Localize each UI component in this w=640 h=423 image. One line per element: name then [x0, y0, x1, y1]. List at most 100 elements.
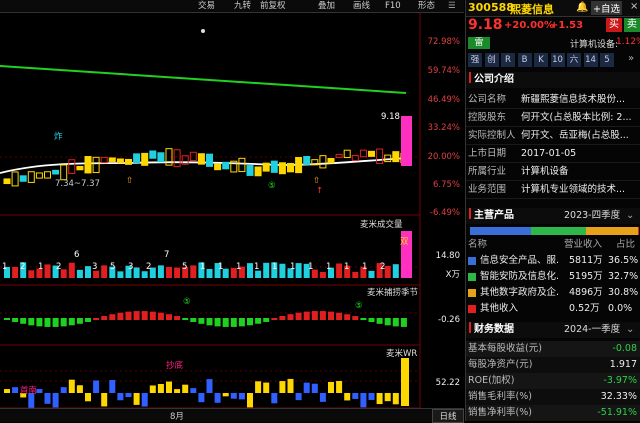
feature-tab[interactable]: K [534, 53, 548, 67]
price: 9.18 [468, 17, 503, 33]
legend-swatch [468, 289, 476, 297]
products-period[interactable]: 2023-四季度 [564, 208, 620, 224]
add-watchlist-button[interactable]: +自选 [591, 1, 622, 15]
volume-bar [247, 263, 253, 278]
wave-bar [60, 318, 67, 327]
chevron-down-icon[interactable]: ⌄ [626, 322, 634, 338]
tb-overlay[interactable]: 叠加 [318, 0, 335, 12]
products-header[interactable]: 主营产品 2023-四季度 ⌄ [466, 208, 640, 224]
finance-header[interactable]: 财务数据 2024-一季度 ⌄ [466, 322, 640, 338]
wr-bar [255, 381, 262, 393]
wr-bar [190, 388, 197, 393]
wr-bar [157, 384, 164, 393]
finance-row: 销售毛利率(%) 32.33% [466, 389, 640, 405]
candle [295, 157, 303, 174]
wave-bar [28, 318, 35, 326]
trend-line [0, 65, 407, 94]
wr-bar [230, 393, 237, 399]
wr-bar [328, 381, 334, 393]
candle [254, 166, 262, 177]
feature-tab[interactable]: 六 [567, 53, 581, 67]
feature-tab[interactable]: B [517, 53, 532, 67]
finance-value: -51.91% [597, 407, 637, 418]
wr-bar [133, 393, 140, 405]
feature-tab[interactable]: 强 [468, 53, 482, 67]
info-panel: 300588 熙菱信息 🔔 +自选 × 9.18 +20.00% +1.53 买… [465, 0, 640, 421]
wave-bar [36, 318, 43, 327]
wave-bar [311, 311, 318, 320]
vol-number: 2 [146, 262, 152, 272]
axis-label: -6.49% [429, 208, 460, 218]
bell-icon[interactable]: 🔔 [576, 2, 588, 13]
chevron-down-icon[interactable]: ⌄ [626, 208, 634, 224]
vol-number: 5 [110, 262, 116, 272]
candle [108, 157, 116, 162]
vol-axis: 14.80 [435, 251, 460, 261]
tb-trade[interactable]: 交易 [198, 0, 215, 12]
candle [303, 155, 311, 165]
industry-row: 雷 计算机设备: 1.12% [466, 37, 640, 51]
volume-bar [352, 271, 359, 278]
candle [173, 149, 181, 168]
volume-bar [295, 263, 302, 278]
wave-bar [76, 318, 83, 324]
wave-bar [247, 318, 253, 326]
wr-bar [101, 393, 108, 407]
wave-bar [125, 311, 132, 320]
candle [52, 169, 60, 175]
kline-chart[interactable]: 72.98% 59.74% 46.49% 33.24% 20.00% 6.75%… [0, 13, 464, 408]
buy-button[interactable]: 买 [606, 18, 622, 32]
wr-bar [174, 389, 181, 393]
company-key: 实际控制人 [468, 130, 516, 141]
candle [278, 162, 286, 175]
share-segment [531, 227, 586, 235]
feature-tab[interactable]: 5 [600, 53, 614, 67]
candle [368, 150, 375, 157]
candle [92, 156, 100, 174]
company-row: 控股股东 何开文(占总股本比例: 2... [466, 110, 640, 127]
wave-bar [117, 312, 124, 320]
wave-bar [4, 318, 10, 320]
volume-bar [60, 269, 67, 278]
tb-pattern[interactable]: 形态 [418, 0, 435, 12]
close-icon[interactable]: × [630, 1, 638, 12]
limit-up-candle [401, 116, 412, 166]
feature-tab[interactable]: R [501, 53, 515, 67]
sell-button[interactable]: 卖 [624, 18, 640, 32]
menu-icon[interactable]: ☰ [448, 0, 456, 12]
candle [133, 153, 141, 164]
finance-value: 32.33% [600, 391, 637, 402]
finance-period[interactable]: 2024-一季度 [564, 322, 620, 338]
wave-bar [44, 318, 51, 327]
month-label: 8月 [170, 412, 184, 422]
double-chevron-icon[interactable]: » [628, 53, 634, 64]
tb-draw[interactable]: 画线 [353, 0, 370, 12]
wave-bar [238, 318, 245, 327]
feature-tab[interactable]: 14 [583, 53, 598, 67]
tb-restore[interactable]: 前复权 [260, 0, 286, 12]
volume-bar [263, 262, 270, 278]
volume-bar [68, 262, 75, 278]
company-header[interactable]: 公司介绍 [466, 72, 640, 88]
tb-nine[interactable]: 九转 [234, 0, 251, 12]
vol-number: 1 [254, 262, 260, 272]
product-name: 其他数字政府及企... [480, 287, 560, 298]
tb-f10[interactable]: F10 [385, 0, 401, 12]
wave-bar [263, 318, 270, 322]
wr-bar [311, 383, 318, 393]
wr-bar [68, 379, 75, 393]
feature-tab[interactable]: 10 [550, 53, 565, 67]
product-revenue: 5811万 [569, 255, 603, 266]
wr-bar [287, 378, 294, 393]
wave-bar [133, 311, 140, 320]
quote-row: 9.18 +20.00% +1.53 买 卖 [466, 16, 640, 36]
vol-top-icon: 双 [400, 237, 409, 247]
time-axis: 8月 日线 [0, 408, 464, 423]
wave-bar [190, 318, 197, 322]
vol-number: 1 [200, 262, 206, 272]
buy-arrow-icon: ⇧ [126, 176, 134, 186]
wr-bar [384, 393, 391, 402]
wave-bar [109, 314, 116, 320]
candle [287, 162, 294, 173]
feature-tab[interactable]: 创 [484, 53, 499, 67]
